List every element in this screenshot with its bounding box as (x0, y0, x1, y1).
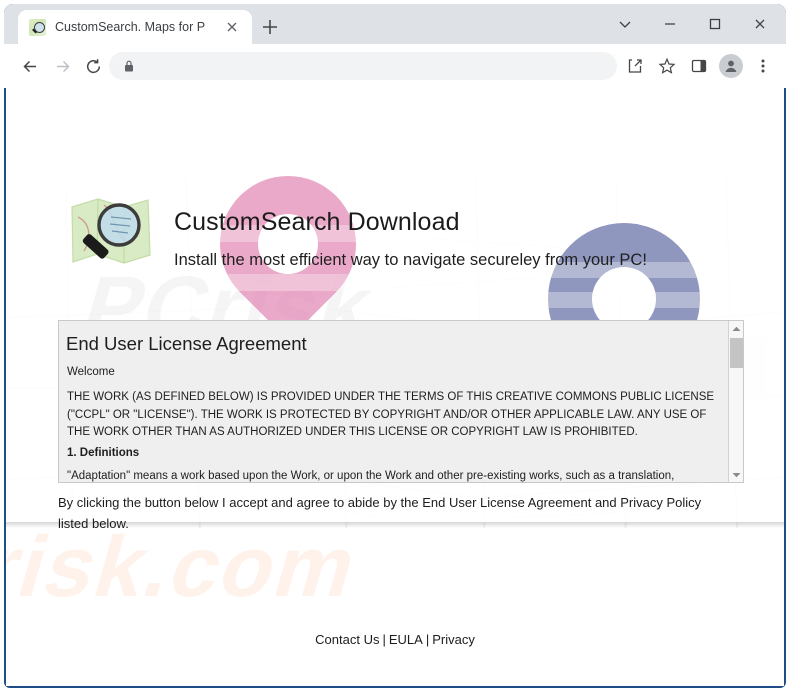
reload-icon[interactable] (80, 53, 106, 79)
star-icon[interactable] (652, 52, 682, 80)
tab-strip: CustomSearch. Maps for PC. (4, 4, 786, 44)
three-dot-menu-icon[interactable] (748, 52, 778, 80)
page-subtitle: Install the most efficient way to naviga… (174, 251, 647, 270)
window-controls (602, 4, 782, 44)
browser-tab[interactable]: CustomSearch. Maps for PC. (18, 10, 252, 44)
footer-separator: | (382, 632, 385, 647)
side-panel-icon[interactable] (684, 52, 714, 80)
footer-link-contact-us[interactable]: Contact Us (315, 632, 379, 647)
tab-title: CustomSearch. Maps for PC. (55, 20, 205, 34)
map-pin-blue-band (544, 292, 706, 308)
share-icon[interactable] (620, 52, 650, 80)
arrow-left-icon[interactable] (17, 53, 43, 79)
watermark-lower: risk.com (6, 518, 370, 617)
map-magnifier-icon (29, 19, 46, 36)
lock-icon (123, 59, 135, 73)
eula-section-title: 1. Definitions (67, 447, 139, 459)
close-icon[interactable] (737, 5, 782, 43)
footer-separator: | (426, 632, 429, 647)
minimize-icon[interactable] (647, 5, 692, 43)
map-pin-pink-band (216, 274, 364, 291)
eula-body-text: THE WORK (AS DEFINED BELOW) IS PROVIDED … (67, 389, 729, 442)
map-magnifier-logo (64, 193, 156, 279)
chevron-down-icon[interactable] (602, 5, 647, 43)
eula-scrollbar[interactable] (728, 321, 743, 482)
footer-link-eula[interactable]: EULA (389, 632, 423, 647)
browser-window: CustomSearch. Maps for PC. (4, 4, 786, 688)
scrollbar-thumb[interactable] (730, 338, 743, 368)
scroll-down-arrow-icon[interactable] (729, 467, 744, 482)
address-bar[interactable] (109, 52, 617, 80)
browser-toolbar (4, 44, 786, 88)
maximize-icon[interactable] (692, 5, 737, 43)
plus-icon[interactable] (259, 16, 281, 38)
address-input[interactable] (135, 59, 617, 74)
eula-panel: End User License Agreement Welcome THE W… (58, 320, 744, 483)
footer-link-privacy[interactable]: Privacy (432, 632, 475, 647)
page-title: CustomSearch Download (174, 208, 460, 237)
page-content: PCrisk CustomSearch Download Install t (6, 88, 784, 686)
footer-links: Contact Us|EULA|Privacy (6, 632, 784, 647)
scroll-up-arrow-icon[interactable] (729, 321, 744, 336)
eula-welcome-text: Welcome (67, 366, 115, 378)
eula-definition-text: "Adaptation" means a work based upon the… (67, 470, 729, 482)
toolbar-icons (620, 52, 778, 80)
profile-avatar-icon[interactable] (719, 54, 743, 78)
close-icon[interactable] (224, 19, 240, 35)
arrow-right-icon[interactable] (49, 53, 75, 79)
eula-heading: End User License Agreement (66, 333, 307, 355)
